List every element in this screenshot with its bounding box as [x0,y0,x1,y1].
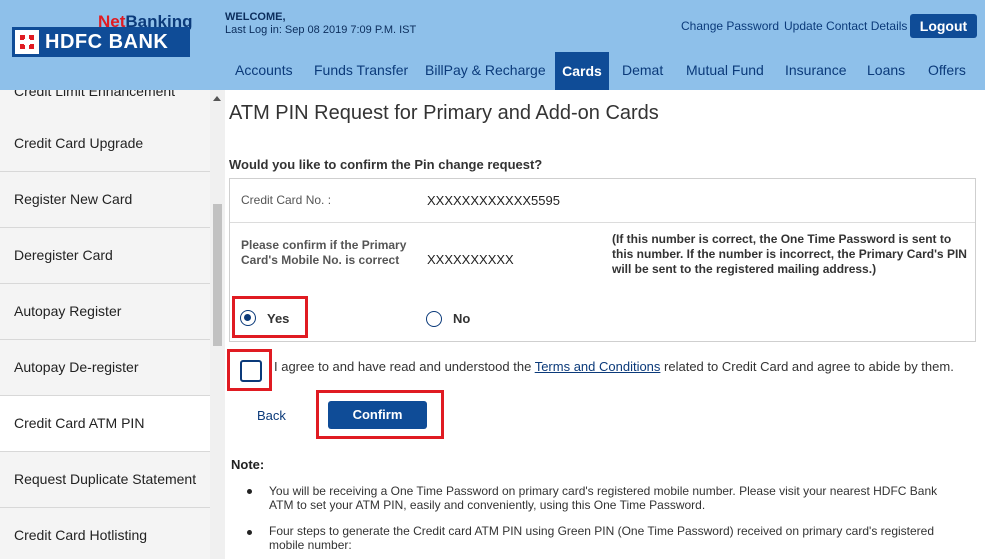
yes-label: Yes [267,311,290,326]
sidebar-item-label: Credit Card Hotlisting [14,527,148,543]
sidebar-item-credit-card-atm-pin[interactable]: Credit Card ATM PIN [0,396,210,452]
sidebar-item-credit-card-hotlisting[interactable]: Credit Card Hotlisting [0,508,210,559]
sidebar-item-register-new-card[interactable]: Register New Card [0,172,210,228]
bullet-icon [247,489,252,494]
nav-billpay[interactable]: BillPay & Recharge [425,62,546,78]
nav-mutual-fund[interactable]: Mutual Fund [686,62,764,78]
sidebar-item-label: Credit Limit Enhancement [14,90,176,99]
no-radio[interactable] [426,311,442,327]
change-password-link[interactable]: Change Password [681,19,779,33]
card-number-label: Credit Card No. : [241,193,332,207]
bullet-icon [247,530,252,535]
terms-checkbox[interactable] [240,360,262,382]
welcome-text: WELCOME, [225,11,286,23]
welcome-block: WELCOME, Last Log in: Sep 08 2019 7:09 P… [225,11,416,37]
logout-button[interactable]: Logout [910,14,977,38]
confirm-question: Would you like to confirm the Pin change… [229,157,543,172]
bank-name: HDFC BANK [45,31,169,53]
mobile-number-value: XXXXXXXXXX [427,252,514,267]
sidebar-item-autopay-register[interactable]: Autopay Register [0,284,210,340]
nav-loans[interactable]: Loans [867,62,905,78]
nav-offers[interactable]: Offers [928,62,966,78]
pin-request-form: Credit Card No. : XXXXXXXXXXXX5595 Pleas… [229,178,976,342]
mobile-number-note: (If this number is correct, the One Time… [612,232,967,276]
last-login-text: Last Log in: Sep 08 2019 7:09 P.M. IST [225,24,417,36]
nav-cards[interactable]: Cards [555,52,609,90]
hdfc-mark-icon [15,30,39,54]
header: NetBanking HDFC BANK WELCOME, Last Log i… [0,0,985,90]
no-label: No [453,311,471,326]
nav-accounts[interactable]: Accounts [235,62,293,78]
sidebar: Credit Limit Enhancement Credit Card Upg… [0,90,210,559]
sidebar-item-deregister-card[interactable]: Deregister Card [0,228,210,284]
sidebar-item-autopay-deregister[interactable]: Autopay De-register [0,340,210,396]
scrollbar-thumb[interactable] [213,204,222,346]
sidebar-item-label: Autopay De-register [14,359,139,375]
sidebar-item-label: Autopay Register [14,303,122,319]
back-link[interactable]: Back [257,408,286,423]
card-number-value: XXXXXXXXXXXX5595 [427,193,560,208]
sidebar-item-credit-card-upgrade[interactable]: Credit Card Upgrade [0,116,210,172]
note-item: You will be receiving a One Time Passwor… [269,484,938,512]
terms-and-conditions-link[interactable]: Terms and Conditions [535,359,661,374]
page-title: ATM PIN Request for Primary and Add-on C… [229,102,659,124]
hdfc-bank-logo[interactable]: HDFC BANK [12,27,190,57]
row-divider [230,222,975,223]
nav-demat[interactable]: Demat [622,62,663,78]
yes-radio[interactable] [240,310,256,326]
sidebar-item-label: Register New Card [14,191,133,207]
note-item: Four steps to generate the Credit card A… [269,524,935,552]
nav-funds-transfer[interactable]: Funds Transfer [314,62,408,78]
terms-agreement-text: I agree to and have read and understood … [274,359,954,374]
note-heading: Note: [231,457,265,472]
sidebar-scrollbar[interactable] [210,90,225,559]
update-contact-link[interactable]: Update Contact Details [784,19,907,33]
sidebar-item-label: Request Duplicate Statement [14,471,197,487]
scroll-up-arrow-icon[interactable] [213,96,221,101]
sidebar-item-label: Credit Card ATM PIN [14,415,145,431]
sidebar-item-label: Credit Card Upgrade [14,135,144,151]
mobile-confirm-label: Please confirm if the Primary Card's Mob… [241,238,407,267]
nav-insurance[interactable]: Insurance [785,62,846,78]
confirm-button[interactable]: Confirm [328,401,427,429]
sidebar-item-label: Deregister Card [14,247,113,263]
sidebar-item-request-duplicate-statement[interactable]: Request Duplicate Statement [0,452,210,508]
